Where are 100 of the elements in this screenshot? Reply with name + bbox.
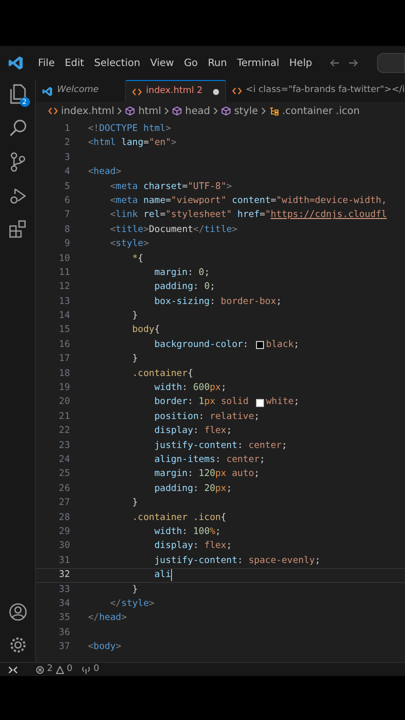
line-number: 15	[58, 323, 70, 338]
line-number: 8	[63, 222, 70, 237]
code-line: <link rel="stylesheet" href="https://cdnjs.cloudfl	[109, 208, 387, 222]
cube-icon	[172, 106, 182, 116]
line-number: 35	[58, 611, 70, 626]
line-number: 12	[58, 280, 70, 294]
line-number: 34	[58, 596, 70, 611]
account-icon[interactable]	[8, 603, 26, 621]
problems-indicator[interactable]: 2 0	[36, 662, 72, 676]
forward-arrow-icon[interactable]	[348, 58, 358, 68]
code-line: <!DOCTYPE html>	[88, 122, 172, 136]
line-number: 13	[58, 294, 70, 309]
breadcrumb-item[interactable]: .container .icon	[282, 104, 360, 118]
line-number: 16	[58, 338, 70, 352]
line-number: 2	[63, 136, 70, 150]
code-line: position: relative;	[153, 410, 260, 424]
code-line: justify-content: center;	[153, 438, 288, 453]
code-line: width: 100%;	[153, 524, 221, 539]
code-editor-logo-icon	[42, 86, 53, 96]
back-arrow-icon[interactable]	[330, 58, 340, 68]
menu-item[interactable]: File	[38, 56, 55, 70]
menu-item[interactable]: Run	[208, 56, 227, 70]
line-number: 31	[58, 554, 70, 568]
color-swatch[interactable]	[256, 398, 264, 407]
antenna-icon	[82, 666, 90, 674]
menu-item[interactable]: Selection	[94, 56, 140, 70]
line-number: 9	[63, 237, 70, 252]
code-line: }	[131, 496, 138, 510]
code-editor-logo-icon	[8, 55, 24, 71]
error-count: 2	[47, 662, 53, 676]
code-line: margin: 120px auto;	[153, 467, 260, 482]
code-line: background-color: black;	[153, 338, 300, 352]
code-line: padding: 20px;	[153, 482, 232, 496]
menu-item[interactable]: Edit	[64, 56, 84, 70]
code-line: <title>Document</title>	[109, 222, 238, 237]
line-number: 28	[58, 510, 70, 525]
code-line: justify-content: space-evenly;	[153, 554, 320, 568]
search-icon[interactable]	[8, 119, 26, 137]
code-line: box-sizing: border-box;	[153, 294, 282, 309]
line-number: 32	[58, 568, 70, 582]
line-number: 4	[63, 165, 70, 180]
ports-indicator[interactable]: 0	[82, 662, 100, 676]
files-icon[interactable]	[8, 84, 26, 104]
line-number: 29	[58, 524, 70, 539]
extensions-icon[interactable]	[8, 220, 26, 238]
settings-icon[interactable]	[8, 636, 26, 654]
line-number: 7	[63, 208, 70, 222]
code-line: }	[131, 309, 138, 324]
editor-tab[interactable]: index.html 2	[126, 80, 226, 102]
code-line: <style>	[109, 237, 149, 252]
line-number: 24	[58, 452, 70, 467]
line-number: 5	[63, 180, 70, 194]
menu-item[interactable]: Help	[289, 56, 312, 70]
menu-item[interactable]: Go	[184, 56, 198, 70]
line-number: 22	[58, 424, 70, 438]
line-number: 21	[58, 410, 70, 424]
code-line: display: flex;	[153, 424, 232, 438]
code-line: <meta name="viewport" content="width=device-width,	[109, 194, 387, 208]
code-line: <html lang="en">	[88, 136, 177, 150]
code-line: <body>	[88, 640, 122, 654]
code-line: display: flex;	[153, 539, 232, 554]
chevron-right-icon	[261, 107, 266, 115]
line-number: 18	[58, 366, 70, 381]
code-line: </style>	[109, 596, 154, 611]
menu-item[interactable]: View	[150, 56, 174, 70]
play-bug-icon[interactable]	[8, 187, 26, 205]
code-line: margin: 0;	[153, 266, 210, 280]
line-number: 10	[58, 252, 70, 266]
code-line: ali	[153, 568, 171, 582]
cube-icon	[221, 106, 232, 116]
line-number: 23	[58, 438, 70, 453]
warning-icon	[56, 666, 64, 674]
code-line: *{	[131, 252, 144, 266]
line-number: 37	[58, 640, 70, 654]
line-number: 17	[58, 352, 70, 366]
line-number: 26	[58, 482, 70, 496]
cube-icon	[125, 106, 136, 116]
line-number: 36	[58, 626, 70, 640]
line-number: 11	[58, 266, 70, 280]
code-line: <head>	[88, 165, 122, 180]
color-swatch[interactable]	[256, 341, 264, 350]
breadcrumb-item[interactable]: head	[185, 104, 210, 118]
text-cursor	[170, 569, 172, 582]
breadcrumb-item[interactable]: html	[138, 104, 162, 118]
menu-item[interactable]: Terminal	[237, 56, 280, 70]
chevron-right-icon	[117, 107, 122, 115]
chevron-right-icon	[164, 107, 170, 115]
line-number: 3	[63, 150, 70, 165]
line-number: 25	[58, 467, 70, 482]
code-line: align-items: center;	[153, 452, 266, 467]
code-line: .container .icon{	[131, 510, 226, 525]
breadcrumb-item[interactable]: style	[234, 104, 258, 118]
code-line: }	[131, 352, 138, 366]
angle-brackets-icon	[48, 107, 58, 115]
angle-brackets-icon	[232, 87, 242, 95]
branch-icon[interactable]	[10, 152, 26, 172]
breadcrumb-item[interactable]: index.html	[61, 104, 114, 118]
command-center-field[interactable]	[377, 53, 405, 73]
warning-count: 0	[66, 662, 72, 676]
code-line: .container{	[131, 366, 194, 381]
